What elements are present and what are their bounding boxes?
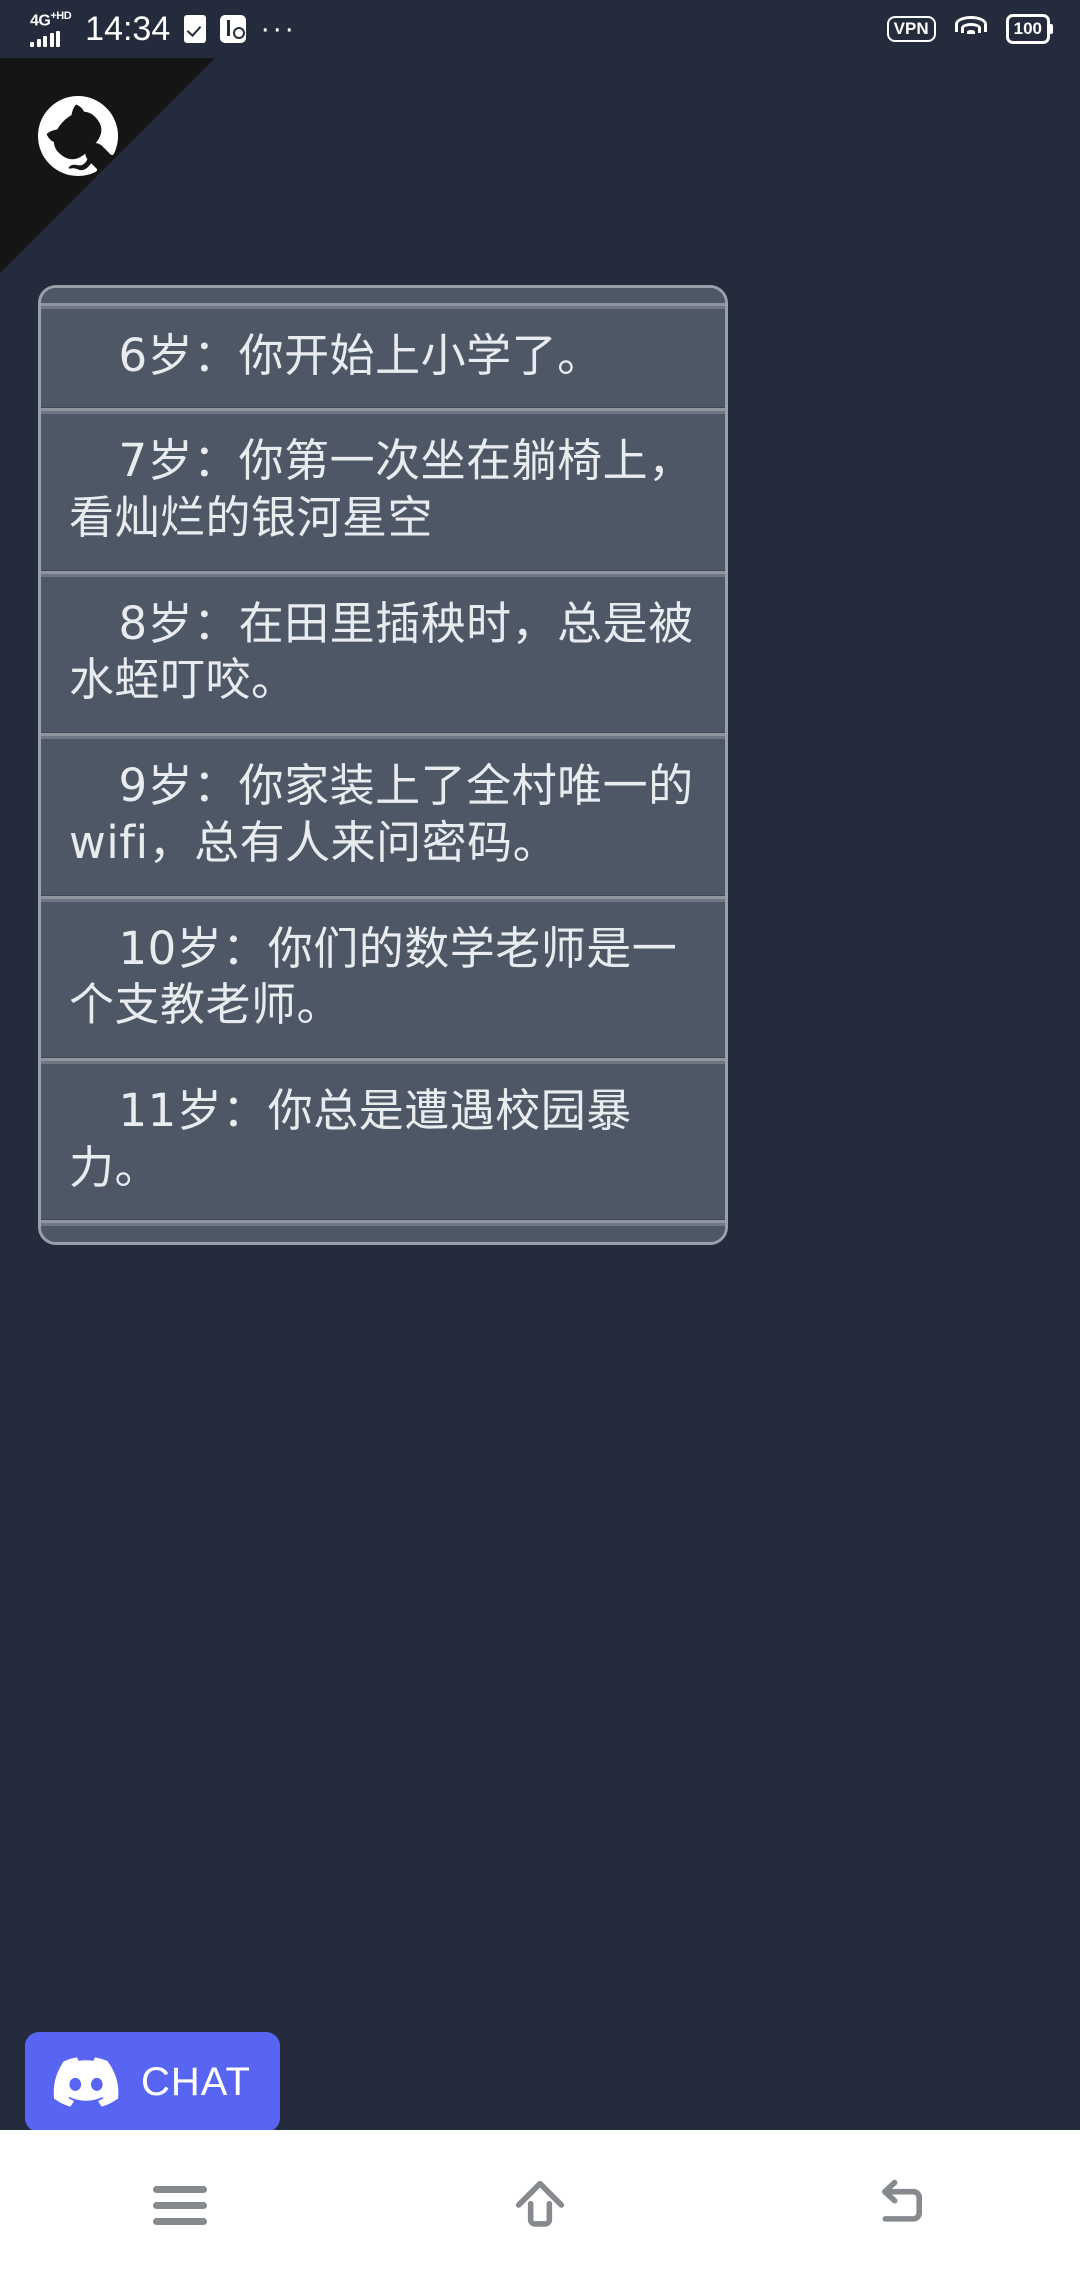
more-dots-icon: ··· [260,22,296,36]
status-bar-clock: 14:34 [85,10,170,49]
task-complete-icon [184,15,206,43]
life-event-text: 10岁：你们的数学老师是一个支教老师。 [69,921,697,1034]
recents-icon [153,2177,207,2234]
discord-icon [53,2057,119,2107]
life-event-row: 12岁：用牙齿咬欺凌自己的人，反而被告老师。 很委屈。 [41,1220,725,1245]
life-event-row: 很愉快。 [41,285,725,303]
life-event-row: 9岁：你家装上了全村唯一的wifi，总有人来问密码。 [41,733,725,895]
vpn-icon: VPN [887,16,936,42]
life-event-row: 6岁：你开始上小学了。 [41,303,725,409]
life-event-rows: 很愉快。 6岁：你开始上小学了。 7岁：你第一次坐在躺椅上，看灿烂的银河星空 8岁：在… [41,285,725,1245]
network-type-label: 4G [30,12,50,29]
discord-chat-button[interactable]: CHAT [25,2032,280,2132]
github-corner-triangle [0,58,215,273]
life-event-text: 9岁：你家装上了全村唯一的wifi，总有人来问密码。 [69,758,697,871]
battery-icon: 100 [1006,14,1050,44]
chat-button-label: CHAT [141,2060,251,2105]
back-button[interactable] [720,2173,1080,2237]
life-event-list[interactable]: 很愉快。 6岁：你开始上小学了。 7岁：你第一次坐在躺椅上，看灿烂的银河星空 8岁：在… [38,285,728,1245]
life-event-row: 8岁：在田里插秧时，总是被水蛭叮咬。 [41,571,725,733]
usb-debug-icon [220,15,246,43]
android-nav-bar [0,2130,1080,2280]
network-type-sup: +HD [50,10,71,22]
life-event-text: 11岁：你总是遭遇校园暴力。 [69,1083,697,1196]
life-event-row: 7岁：你第一次坐在躺椅上，看灿烂的银河星空 [41,408,725,570]
life-event-text: 6岁：你开始上小学了。 [69,328,697,385]
cellular-signal-icon: 4G+HD [30,11,71,47]
recents-button[interactable] [0,2177,360,2234]
status-bar-right: VPN 100 [887,14,1050,44]
life-event-row: 11岁：你总是遭遇校园暴力。 [41,1058,725,1220]
home-icon [508,2173,572,2237]
status-bar: 4G+HD 14:34 ··· VPN 100 [0,0,1080,58]
wifi-icon [954,16,988,42]
back-icon [868,2173,932,2237]
status-bar-left: 4G+HD 14:34 ··· [30,10,296,49]
signal-bars-icon [30,31,60,47]
github-corner-link[interactable] [0,58,215,273]
home-button[interactable] [360,2173,720,2237]
life-event-text: 7岁：你第一次坐在躺椅上，看灿烂的银河星空 [69,433,697,546]
life-event-row: 10岁：你们的数学老师是一个支教老师。 [41,896,725,1058]
life-event-text: 8岁：在田里插秧时，总是被水蛭叮咬。 [69,596,697,709]
